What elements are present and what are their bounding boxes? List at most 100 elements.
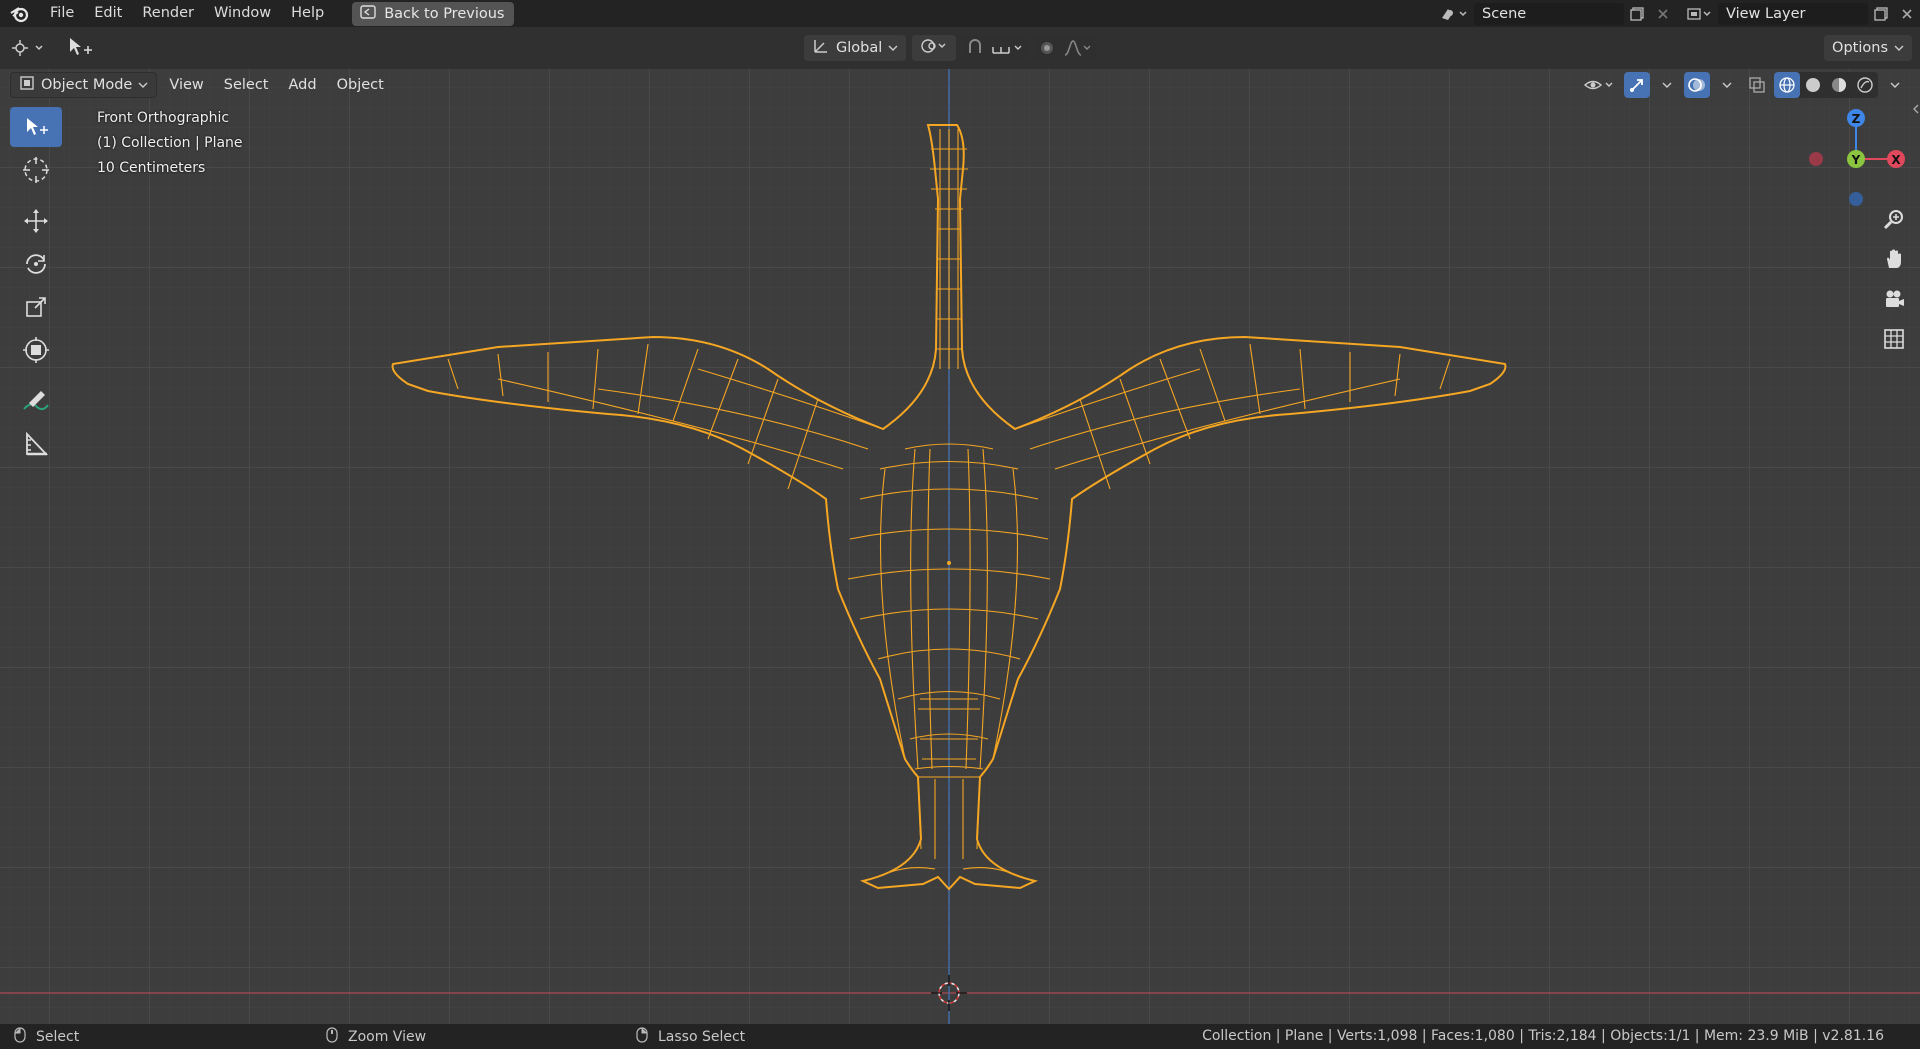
measure-icon [26,431,49,456]
chevron-down-icon [888,40,898,56]
chevron-down-icon [1894,40,1904,56]
viewport-scene [0,69,1920,1024]
object-mode-dropdown[interactable]: Object Mode [10,72,158,98]
zoom-icon[interactable] [1878,203,1910,235]
object-mode-label: Object Mode [41,77,133,93]
status-select-label: Select [36,1028,80,1045]
wireframe-shading-icon[interactable] [1774,72,1800,98]
viewport-header: Object Mode View Select Add Object [10,69,392,101]
scale-tool[interactable] [10,287,62,327]
menu-edit[interactable]: Edit [84,0,132,27]
solid-shading-icon[interactable] [1800,72,1826,98]
menu-file[interactable]: File [40,0,84,27]
select-tool-icon[interactable] [66,36,94,64]
menu-window[interactable]: Window [204,0,281,27]
3d-viewport[interactable]: Object Mode View Select Add Object Front… [0,69,1920,1024]
proportional-edit-icon[interactable] [1034,35,1060,61]
gizmo-toggle-icon[interactable] [1624,72,1650,98]
gizmo-z-label: Z [1852,112,1861,126]
scale-icon [26,297,46,317]
delete-view-layer-icon[interactable] [1894,3,1920,25]
transform-icon [23,337,49,363]
gizmo-neg-x [1809,152,1823,166]
shading-mode-group [1774,72,1878,98]
transform-orientation-dropdown[interactable]: Global [804,35,907,61]
blender-logo-icon[interactable] [0,0,40,27]
back-icon [360,4,376,23]
cursor-icon [23,157,49,183]
collection-label: (1) Collection | Plane [97,135,243,151]
delete-scene-icon[interactable] [1650,3,1676,25]
pivot-point-dropdown[interactable] [912,35,957,61]
viewport-menu-view[interactable]: View [161,72,211,98]
sidebar-toggle-icon[interactable] [1910,99,1920,119]
status-zoom-label: Zoom View [348,1028,427,1045]
viewport-menu-object[interactable]: Object [329,72,392,98]
editor-type-icon[interactable] [10,38,48,62]
viewport-menu-select[interactable]: Select [216,72,277,98]
top-menu-bar: File Edit Render Window Help Back to Pre… [0,0,1920,27]
toolshelf [10,107,62,467]
view-name-label: Front Orthographic [97,110,230,126]
snap-group [962,35,1029,61]
viewport-navigation [1878,203,1910,355]
status-lasso-label: Lasso Select [658,1028,746,1045]
rotate-tool[interactable] [10,244,62,284]
shading-dropdown-icon[interactable] [1882,72,1908,98]
pivot-icon [920,37,948,59]
material-preview-icon[interactable] [1826,72,1852,98]
cursor-tool[interactable] [10,150,62,190]
grid-scale-label: 10 Centimeters [97,160,206,176]
snap-toggle-icon[interactable] [962,35,988,61]
scene-name-field[interactable]: Scene [1474,2,1624,25]
status-select: Select [14,1024,79,1049]
pan-hand-icon[interactable] [1878,243,1910,275]
scene-selector-group: Scene View Layer [1434,0,1920,27]
view-layer-field[interactable]: View Layer [1718,2,1868,25]
snap-element-dropdown[interactable] [988,35,1028,61]
grid-projection-icon[interactable] [1878,323,1910,355]
proportional-edit-group [1034,35,1097,61]
view-layer-browse-icon[interactable] [1682,3,1718,25]
new-scene-icon[interactable] [1624,3,1650,25]
tool-settings-header: Global Options [0,27,1920,69]
status-bar: Select Zoom View Lasso Select Collection… [0,1024,1920,1049]
menu-help[interactable]: Help [281,0,334,27]
status-lasso: Lasso Select [636,1024,745,1049]
back-to-previous-button[interactable]: Back to Previous [352,1,515,26]
annotate-icon [23,391,49,411]
xray-toggle-icon[interactable] [1744,72,1770,98]
select-box-tool[interactable] [10,107,62,147]
options-dropdown[interactable]: Options [1824,35,1912,61]
orientation-label: Global [836,40,883,56]
overlays-dropdown-icon[interactable] [1714,72,1740,98]
overlays-toggle-icon[interactable] [1684,72,1710,98]
scene-browse-icon[interactable] [1434,3,1474,25]
viewport-shading-header [1580,72,1908,98]
transform-tool[interactable] [10,330,62,370]
chevron-down-icon [138,77,148,93]
viewport-menu-add[interactable]: Add [281,72,325,98]
move-icon [24,209,48,233]
options-label: Options [1832,40,1888,56]
scene-statistics: Collection | Plane | Verts:1,098 | Faces… [1202,1028,1884,1044]
visibility-dropdown[interactable] [1580,72,1620,98]
select-box-icon [27,118,48,135]
navigation-gizmo[interactable]: Z X Y [1800,99,1910,209]
rendered-shading-icon[interactable] [1852,72,1878,98]
object-origin-dot [947,561,951,565]
menu-render[interactable]: Render [132,0,204,27]
falloff-dropdown[interactable] [1060,35,1096,61]
annotate-tool[interactable] [10,381,62,421]
status-zoom: Zoom View [326,1024,426,1049]
mouse-right-icon [636,1026,648,1047]
viewport-info-overlay: Front Orthographic (1) Collection | Plan… [97,106,243,181]
move-tool[interactable] [10,201,62,241]
mouse-middle-icon [326,1026,338,1047]
gizmo-dropdown-icon[interactable] [1654,72,1680,98]
gizmo-neg-z [1849,192,1863,206]
camera-icon[interactable] [1878,283,1910,315]
measure-tool[interactable] [10,424,62,464]
new-view-layer-icon[interactable] [1868,3,1894,25]
object-mode-icon [19,75,35,95]
